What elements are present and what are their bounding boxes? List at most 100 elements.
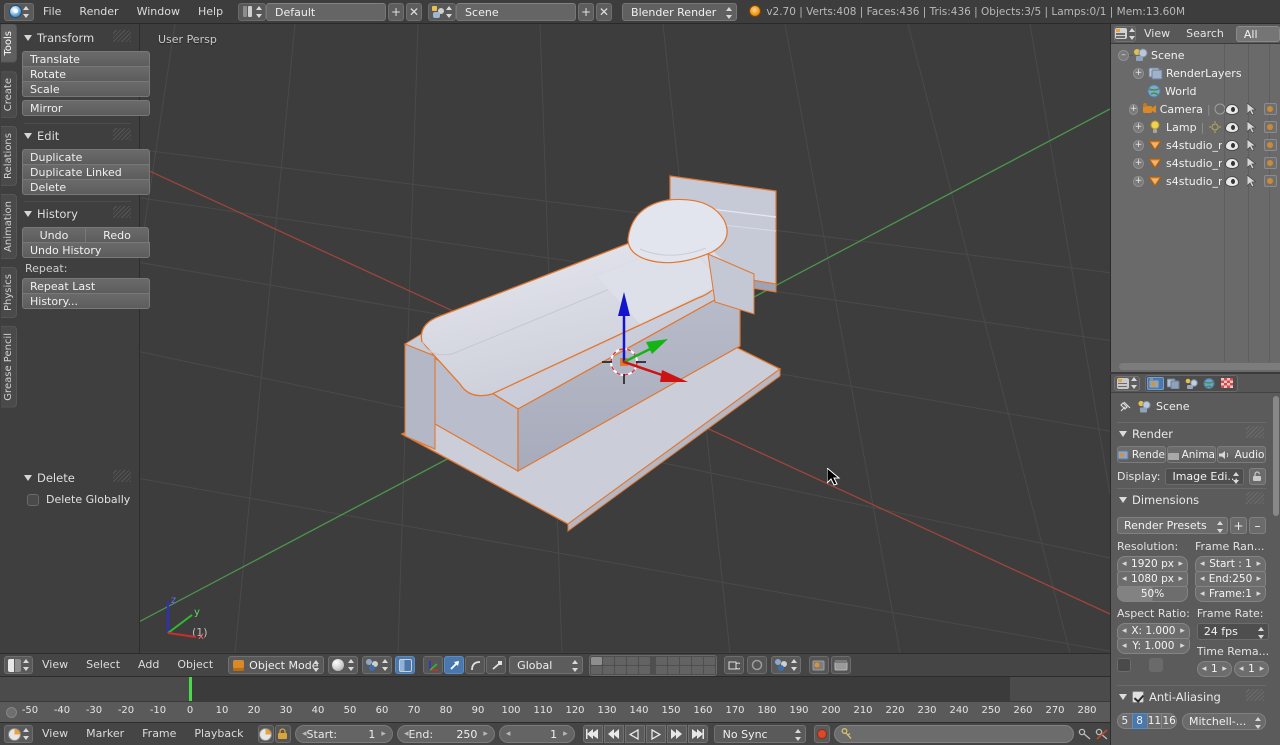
outliner-row-mesh-3[interactable]: + s4studio_mesh bbox=[1111, 172, 1280, 190]
aa-sample-16[interactable]: 16 bbox=[1161, 713, 1177, 729]
outliner-row-renderlayers[interactable]: + RenderLayers bbox=[1111, 64, 1280, 82]
frame-start-field[interactable]: ◂ Start: 1 ▸ bbox=[295, 725, 393, 743]
tab-texture[interactable] bbox=[1219, 377, 1236, 390]
timeline-menu-view[interactable]: View bbox=[33, 722, 77, 745]
render-image-button[interactable]: Rende bbox=[1117, 446, 1166, 463]
properties-editor[interactable]: Scene Render Rende Anima Audio Display: … bbox=[1110, 374, 1280, 745]
scale-manipulator-toggle[interactable] bbox=[486, 656, 507, 674]
button-duplicate[interactable]: Duplicate bbox=[22, 149, 150, 165]
rotate-manipulator-toggle[interactable] bbox=[465, 656, 486, 674]
scene-icon[interactable] bbox=[428, 2, 457, 21]
delete-screen-button[interactable]: ✕ bbox=[406, 2, 423, 21]
translate-manipulator-toggle[interactable] bbox=[444, 656, 465, 674]
delete-scene-button[interactable]: ✕ bbox=[596, 2, 613, 21]
time-remap-old-field[interactable]: ◂ 1 ▸ bbox=[1196, 661, 1232, 677]
properties-editor-type-button[interactable] bbox=[1114, 375, 1140, 391]
add-preset-button[interactable]: + bbox=[1230, 517, 1247, 534]
display-mode-select[interactable]: Image Edi... bbox=[1165, 468, 1244, 485]
tab-render-layers[interactable] bbox=[1165, 377, 1182, 390]
tab-world[interactable] bbox=[1201, 377, 1218, 390]
current-frame-field[interactable]: ◂ 1 ▸ bbox=[498, 725, 575, 743]
snap-element-select[interactable] bbox=[771, 656, 802, 674]
pivot-point-select[interactable] bbox=[362, 656, 393, 674]
aspect-x-field[interactable]: ◂ X: 1.000 ▸ bbox=[1117, 623, 1190, 639]
properties-scrollbar[interactable] bbox=[1273, 396, 1279, 516]
editor-type-button[interactable] bbox=[4, 656, 33, 674]
viewport-menu-view[interactable]: View bbox=[33, 653, 77, 677]
button-undo-history[interactable]: Undo History bbox=[22, 242, 150, 258]
timeline-menu-frame[interactable]: Frame bbox=[133, 722, 185, 745]
step-back-button[interactable] bbox=[624, 725, 645, 743]
outliner-menu-search[interactable]: Search bbox=[1178, 24, 1232, 44]
active-keying-set-field[interactable] bbox=[833, 725, 1075, 743]
tab-scene[interactable] bbox=[1183, 377, 1200, 390]
restrict-render-toggle[interactable] bbox=[1264, 103, 1277, 115]
jump-to-end-button[interactable] bbox=[687, 725, 708, 743]
transform-orientation-select[interactable]: Global bbox=[509, 656, 584, 674]
button-translate[interactable]: Translate bbox=[22, 51, 150, 67]
border-checkbox[interactable] bbox=[1117, 658, 1131, 672]
lock-camera-toggle[interactable] bbox=[724, 656, 745, 674]
delete-keyframe-button[interactable] bbox=[1094, 725, 1110, 743]
proportional-edit-toggle[interactable] bbox=[747, 656, 768, 674]
tab-animation[interactable]: Animation bbox=[1, 193, 17, 259]
render-engine-select[interactable]: Blender Render bbox=[622, 2, 738, 21]
restrict-view-toggle[interactable] bbox=[1225, 121, 1239, 133]
lock-interface-button[interactable] bbox=[1249, 468, 1266, 485]
restrict-render-toggle[interactable] bbox=[1264, 121, 1277, 133]
auto-keying-button[interactable] bbox=[813, 725, 830, 743]
3d-viewport[interactable]: User Persp (1) z y x Tools Create Relati… bbox=[0, 24, 1110, 653]
panel-edit-header[interactable]: Edit bbox=[22, 126, 133, 147]
render-animation-button[interactable]: Anima bbox=[1167, 446, 1216, 463]
button-rotate[interactable]: Rotate bbox=[22, 66, 150, 82]
timeline-scrub-handle[interactable] bbox=[6, 707, 17, 718]
antialiasing-filter-select[interactable]: Mitchell-... bbox=[1182, 713, 1266, 730]
restrict-view-toggle[interactable] bbox=[1225, 103, 1239, 115]
aspect-y-field[interactable]: ◂ Y: 1.000 ▸ bbox=[1117, 638, 1190, 654]
button-duplicate-linked[interactable]: Duplicate Linked bbox=[22, 164, 150, 180]
viewport-menu-select[interactable]: Select bbox=[77, 653, 129, 677]
button-undo[interactable]: Undo bbox=[22, 227, 86, 243]
section-render-header[interactable]: Render bbox=[1117, 422, 1266, 446]
restrict-select-toggle[interactable] bbox=[1247, 139, 1256, 151]
frame-current-prop-field[interactable]: ◂ Frame:1 ▸ bbox=[1195, 586, 1266, 602]
render-opengl-animation-button[interactable] bbox=[831, 656, 852, 674]
viewport-shading-select[interactable] bbox=[328, 656, 359, 674]
screen-layout-icon[interactable] bbox=[238, 2, 267, 21]
scene-name[interactable]: Scene bbox=[456, 2, 577, 21]
timeline-menu-playback[interactable]: Playback bbox=[185, 722, 252, 745]
restrict-select-toggle[interactable] bbox=[1247, 157, 1256, 169]
screen-layout-name[interactable]: Default bbox=[266, 2, 387, 21]
add-screen-button[interactable]: + bbox=[388, 2, 405, 21]
render-presets-select[interactable]: Render Presets bbox=[1117, 517, 1228, 534]
outliner-menu-view[interactable]: View bbox=[1136, 24, 1178, 44]
resolution-x-field[interactable]: ◂ 1920 px ▸ bbox=[1117, 556, 1188, 572]
tab-tools[interactable]: Tools bbox=[1, 24, 17, 63]
expand-icon[interactable]: + bbox=[1133, 121, 1144, 133]
collapse-icon[interactable]: – bbox=[1118, 49, 1129, 61]
resolution-percent-field[interactable]: 50% bbox=[1117, 586, 1188, 602]
manipulator-toggle[interactable] bbox=[423, 656, 444, 674]
crop-checkbox[interactable] bbox=[1149, 658, 1163, 672]
frame-end-field[interactable]: ◂ End: 250 ▸ bbox=[396, 725, 495, 743]
checkbox-delete-globally[interactable]: Delete Globally bbox=[22, 489, 133, 506]
scene-layers[interactable] bbox=[589, 654, 718, 676]
panel-history-header[interactable]: History bbox=[22, 204, 133, 225]
aa-sample-11[interactable]: 11 bbox=[1146, 713, 1163, 729]
button-repeat-last[interactable]: Repeat Last bbox=[22, 278, 150, 294]
interaction-mode-select[interactable]: Object Mode bbox=[228, 656, 325, 674]
restrict-view-toggle[interactable] bbox=[1225, 157, 1239, 169]
expand-icon[interactable]: + bbox=[1133, 139, 1144, 151]
timeline-editor-type-button[interactable] bbox=[4, 725, 33, 743]
button-history[interactable]: History... bbox=[22, 293, 150, 309]
section-dimensions-header[interactable]: Dimensions bbox=[1117, 488, 1266, 512]
viewport-canvas[interactable]: User Persp (1) z y x bbox=[140, 24, 1110, 653]
restrict-select-toggle[interactable] bbox=[1247, 121, 1256, 133]
time-remap-new-field[interactable]: ◂ 1 ▸ bbox=[1233, 661, 1270, 677]
resolution-y-field[interactable]: ◂ 1080 px ▸ bbox=[1117, 571, 1188, 587]
menu-render[interactable]: Render bbox=[70, 0, 127, 24]
tab-physics[interactable]: Physics bbox=[1, 266, 17, 318]
aa-sample-5[interactable]: 5 bbox=[1117, 713, 1133, 729]
outliner-row-scene[interactable]: – Scene bbox=[1111, 46, 1280, 64]
outliner-row-lamp[interactable]: + Lamp | bbox=[1111, 118, 1280, 136]
